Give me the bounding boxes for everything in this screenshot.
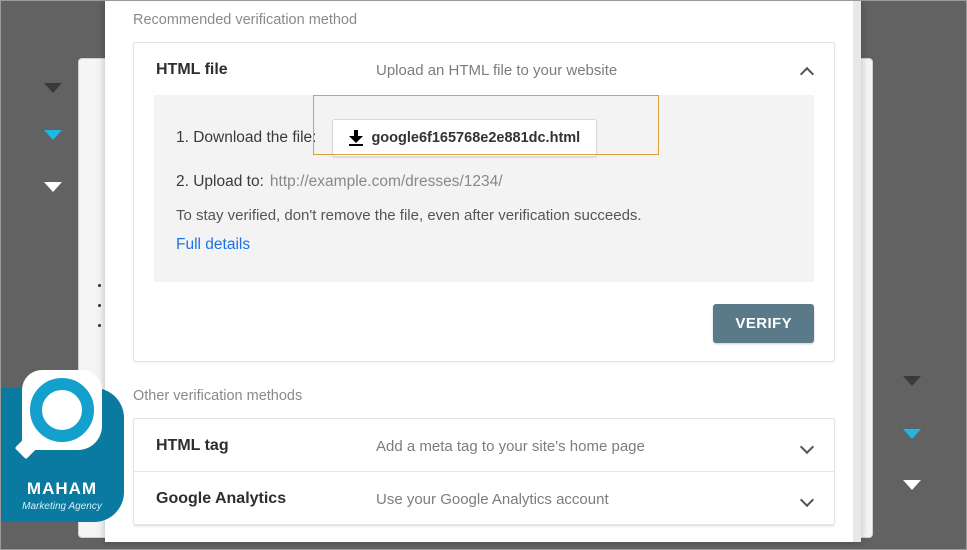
download-filename: google6f165768e2e881dc.html <box>371 130 580 146</box>
list-bullet <box>98 304 101 307</box>
step-2-label: 2. Upload to: <box>176 173 264 191</box>
logo-name: MAHAM <box>27 479 97 499</box>
step-upload: 2. Upload to: http://example.com/dresses… <box>176 173 794 191</box>
step-download: 1. Download the file: google6f165768e2e8… <box>176 119 794 157</box>
verify-row: VERIFY <box>134 302 834 361</box>
method-title: HTML tag <box>156 437 376 455</box>
upload-url: http://example.com/dresses/1234/ <box>270 173 503 191</box>
section-label-recommended: Recommended verification method <box>133 12 835 28</box>
chevron-down-icon <box>800 492 814 506</box>
triangle-decor <box>44 83 62 93</box>
download-icon <box>349 130 363 146</box>
method-description: Add a meta tag to your site's home page <box>376 438 800 455</box>
method-card-html-file: HTML file Upload an HTML file to your we… <box>133 42 835 362</box>
step-1-label: 1. Download the file: <box>176 129 316 147</box>
chevron-up-icon <box>800 63 814 77</box>
method-title: HTML file <box>156 61 376 79</box>
method-description: Upload an HTML file to your website <box>376 62 800 79</box>
method-description: Use your Google Analytics account <box>376 491 800 508</box>
verification-note: To stay verified, don't remove the file,… <box>176 207 794 224</box>
method-header-html-tag[interactable]: HTML tag Add a meta tag to your site's h… <box>134 419 834 471</box>
verification-dialog: Recommended verification method HTML fil… <box>105 0 861 542</box>
verify-button[interactable]: VERIFY <box>713 304 814 343</box>
logo-mark <box>22 370 102 450</box>
method-header-html-file[interactable]: HTML file Upload an HTML file to your we… <box>134 43 834 95</box>
other-methods-card: HTML tag Add a meta tag to your site's h… <box>133 418 835 526</box>
triangle-decor <box>903 429 921 439</box>
section-label-other: Other verification methods <box>133 388 835 404</box>
triangle-decor <box>44 182 62 192</box>
download-file-button[interactable]: google6f165768e2e881dc.html <box>332 119 597 157</box>
list-bullet <box>98 284 101 287</box>
method-header-google-analytics[interactable]: Google Analytics Use your Google Analyti… <box>134 472 834 524</box>
full-details-link[interactable]: Full details <box>176 236 250 253</box>
chevron-down-icon <box>800 439 814 453</box>
method-body: 1. Download the file: google6f165768e2e8… <box>154 95 814 282</box>
logo-subtitle: Marketing Agency <box>22 501 102 512</box>
method-title: Google Analytics <box>156 490 376 508</box>
list-bullet <box>98 324 101 327</box>
brand-logo: MAHAM Marketing Agency <box>0 388 124 522</box>
triangle-decor <box>44 130 62 140</box>
triangle-decor <box>903 376 921 386</box>
triangle-decor <box>903 480 921 490</box>
scrollbar[interactable] <box>853 0 861 542</box>
